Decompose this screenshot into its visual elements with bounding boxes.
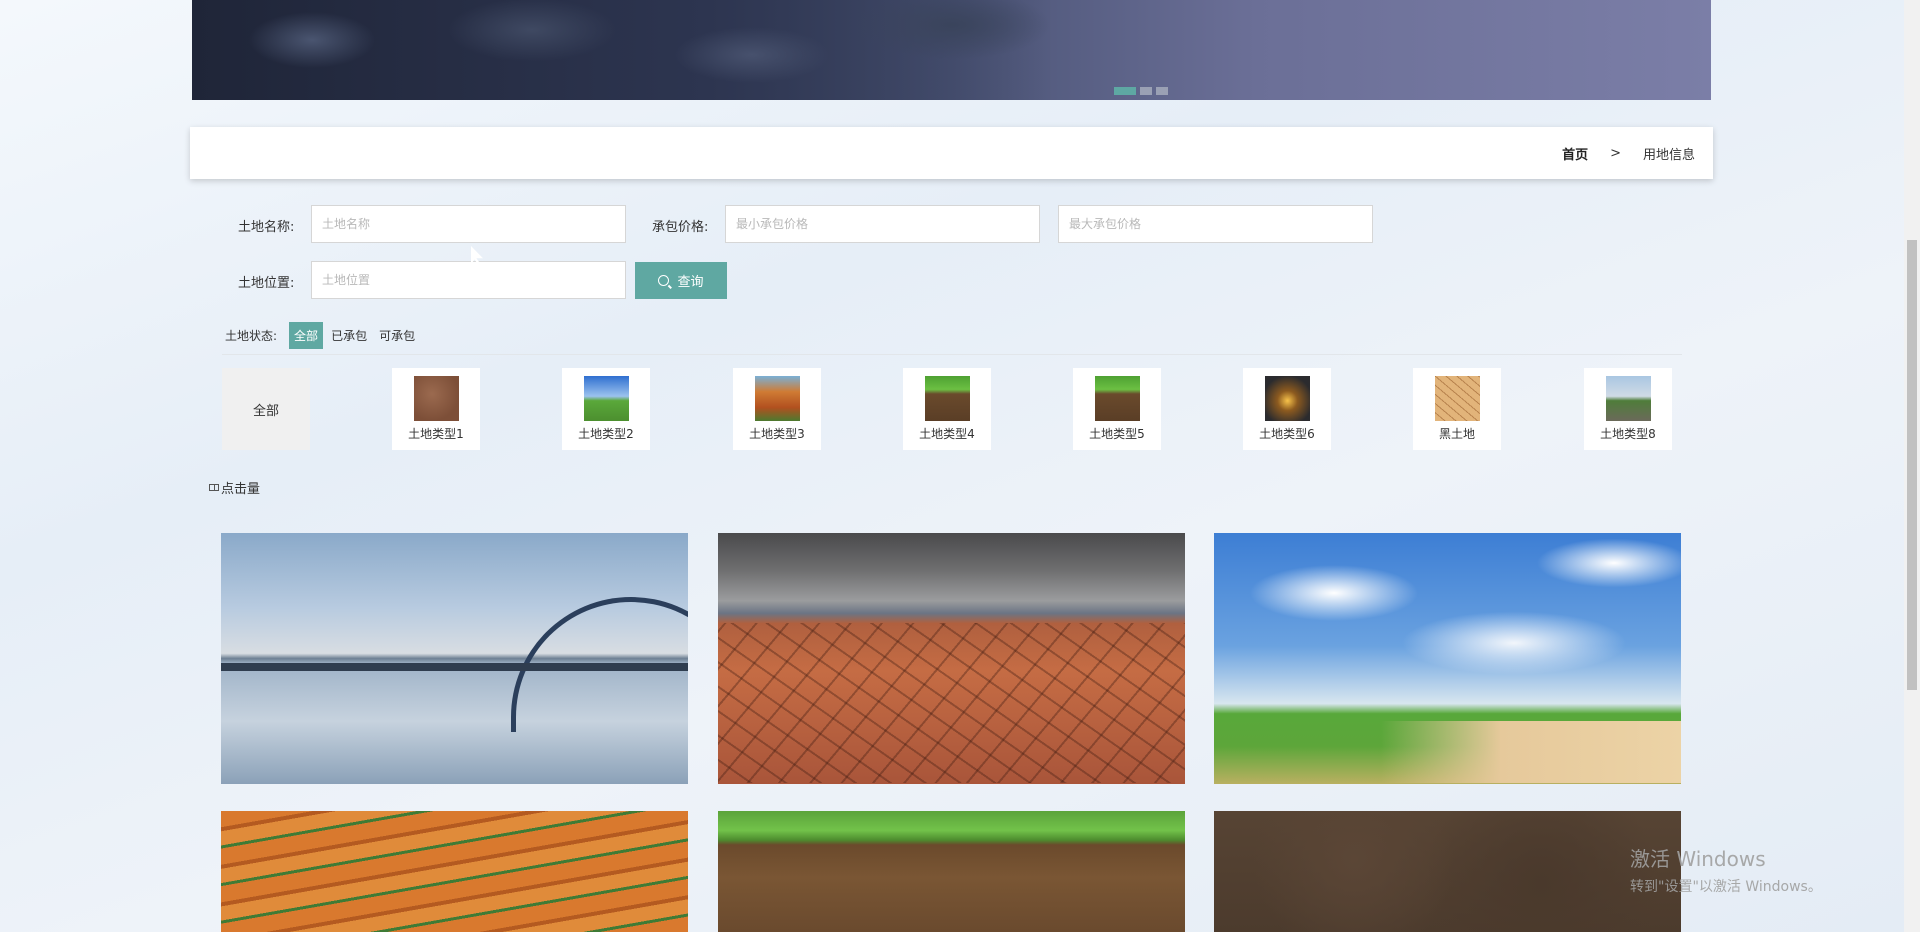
query-button-label: 查询	[677, 275, 704, 290]
land-card-image[interactable]	[718, 811, 1185, 932]
sunset-field-thumbnail-icon	[1264, 376, 1310, 421]
price-label: 承包价格:	[652, 220, 709, 235]
category-label: 土地类型1	[408, 427, 464, 441]
sort-by-clicks[interactable]: 点击量	[209, 478, 260, 497]
windows-activation-watermark: 激活 Windows 转到"设置"以激活 Windows。	[1630, 843, 1822, 896]
status-option-available[interactable]: 可承包	[375, 322, 419, 349]
search-icon	[658, 275, 670, 286]
cracked-earth-thumbnail-icon	[1434, 376, 1480, 421]
hero-banner[interactable]	[192, 0, 1711, 100]
status-filter: 土地状态: 全部 已承包 可承包	[225, 322, 419, 349]
category-label: 土地类型2	[578, 427, 634, 441]
watermark-title: 激活 Windows	[1630, 847, 1766, 871]
scrollbar-thumb[interactable]	[1907, 240, 1917, 690]
status-label: 土地状态:	[225, 329, 278, 343]
breadcrumb-current: 用地信息	[1642, 147, 1695, 163]
location-input[interactable]	[311, 261, 626, 299]
land-name-label: 土地名称:	[238, 220, 295, 235]
min-price-input[interactable]	[725, 205, 1040, 243]
category-label: 黑土地	[1438, 427, 1475, 441]
plain-thumbnail-icon	[1605, 376, 1651, 421]
soil-thumbnail-icon	[413, 376, 459, 421]
category-item[interactable]: 土地类型3	[733, 368, 821, 450]
category-item[interactable]: 黑土地	[1413, 368, 1501, 450]
category-item[interactable]: 土地类型6	[1243, 368, 1331, 450]
category-all[interactable]: 全部	[222, 368, 310, 450]
status-option-contracted[interactable]: 已承包	[327, 322, 371, 349]
page-root: 首页 > 用地信息 土地名称: 承包价格: 土地位置: 查询 土地状态: 全部 …	[0, 0, 1920, 932]
query-button[interactable]: 查询	[635, 262, 727, 299]
banner-dot-2[interactable]	[1140, 87, 1152, 95]
land-card-image[interactable]	[718, 533, 1185, 784]
category-label: 土地类型6	[1259, 427, 1315, 441]
category-item[interactable]: 土地类型4	[903, 368, 991, 450]
land-card-image[interactable]	[221, 533, 688, 784]
category-item[interactable]: 土地类型8	[1584, 368, 1672, 450]
category-item[interactable]: 土地类型2	[562, 368, 650, 450]
max-price-input[interactable]	[1058, 205, 1373, 243]
status-option-all[interactable]: 全部	[289, 322, 324, 349]
breadcrumb: 首页 > 用地信息	[190, 127, 1713, 179]
sort-icon	[209, 484, 219, 491]
grass-soil-thumbnail-icon	[924, 376, 970, 421]
field-thumbnail-icon	[583, 376, 629, 421]
breadcrumb-home[interactable]: 首页	[1562, 144, 1588, 163]
category-item[interactable]: 土地类型5	[1073, 368, 1161, 450]
grass-soil-thumbnail-icon	[1094, 376, 1140, 421]
category-item[interactable]: 土地类型1	[392, 368, 480, 450]
banner-dot-3[interactable]	[1156, 87, 1168, 95]
banner-image	[192, 0, 1052, 100]
filter-divider	[222, 354, 1682, 355]
sort-label: 点击量	[221, 482, 261, 497]
land-card-image[interactable]	[1214, 533, 1681, 784]
land-name-input[interactable]	[311, 205, 626, 243]
watermark-subtitle: 转到"设置"以激活 Windows。	[1630, 879, 1822, 895]
category-label: 土地类型4	[919, 427, 975, 441]
category-label: 土地类型8	[1600, 427, 1656, 441]
breadcrumb-separator: >	[1610, 145, 1621, 161]
banner-pagination	[1114, 87, 1168, 95]
banner-dot-1[interactable]	[1114, 87, 1136, 95]
land-card-image[interactable]	[221, 811, 688, 932]
red-earth-thumbnail-icon	[754, 376, 800, 421]
category-label: 土地类型5	[1089, 427, 1145, 441]
category-label: 土地类型3	[749, 427, 805, 441]
page-scrollbar[interactable]	[1904, 0, 1920, 932]
location-label: 土地位置:	[238, 276, 295, 291]
land-card-image[interactable]	[1214, 811, 1681, 932]
